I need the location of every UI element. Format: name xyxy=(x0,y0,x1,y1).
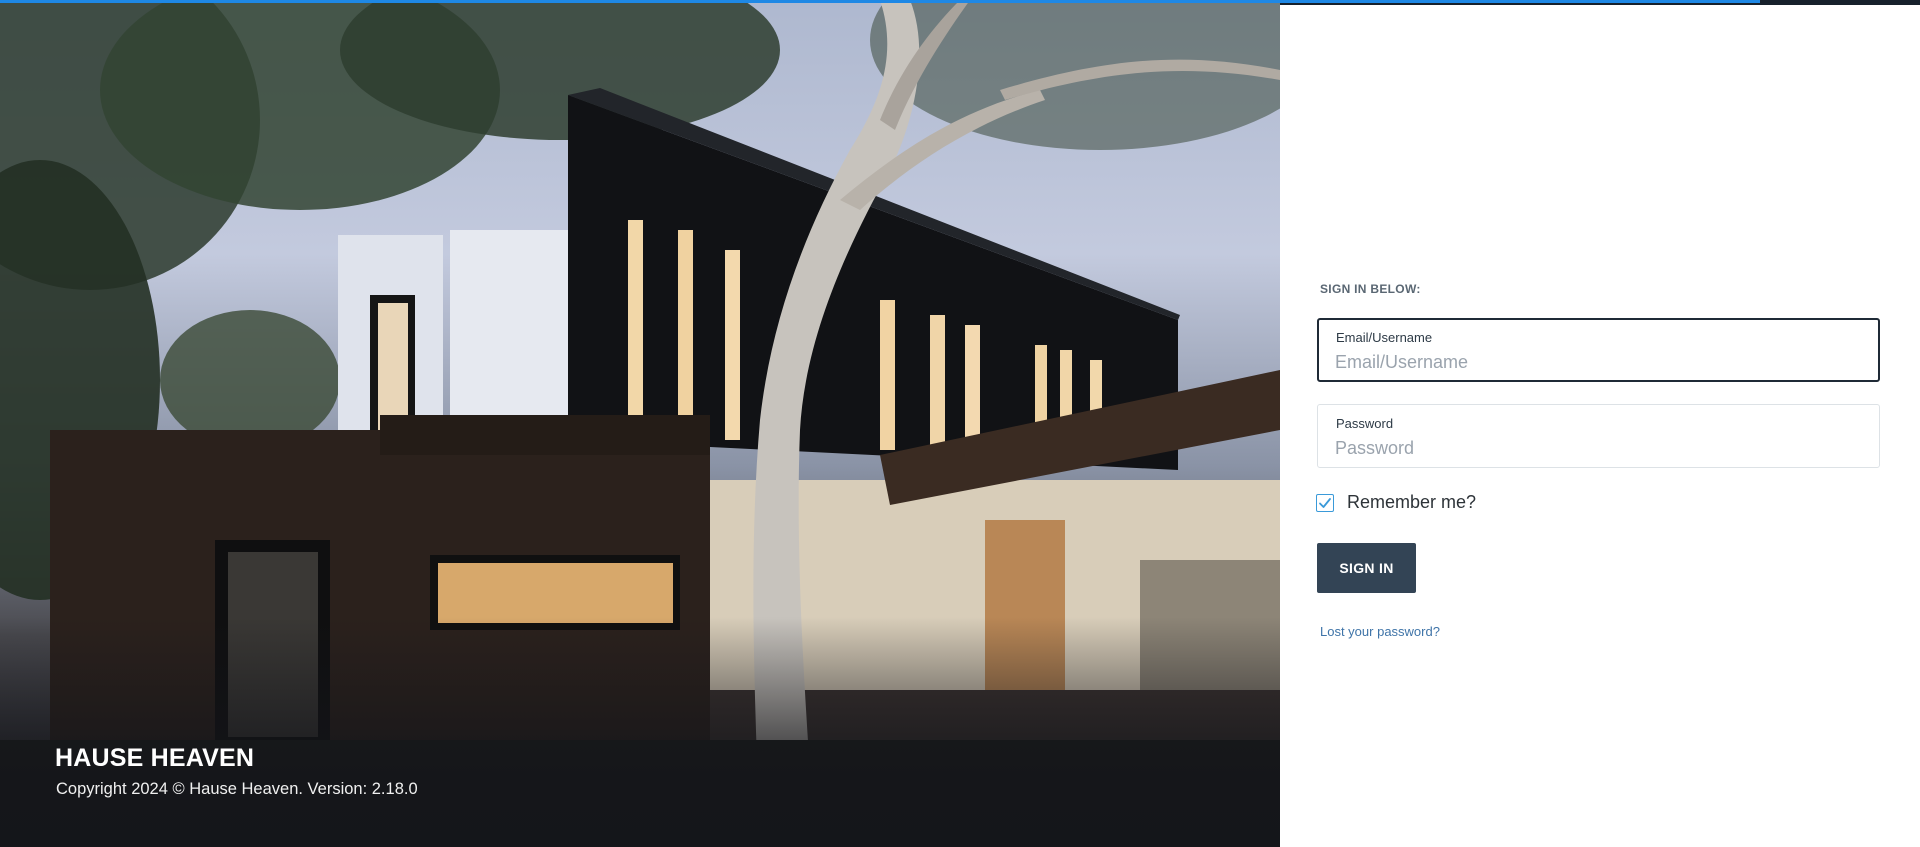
password-field[interactable]: Password xyxy=(1317,404,1880,468)
email-field[interactable]: Email/Username xyxy=(1317,318,1880,382)
remember-me-row[interactable]: Remember me? xyxy=(1316,492,1476,513)
brand-name: HAUSE HEAVEN xyxy=(55,744,255,772)
checkmark-icon xyxy=(1319,497,1331,508)
email-input[interactable] xyxy=(1335,352,1855,373)
hero-photo-panel: HAUSE HEAVEN Copyright 2024 © Hause Heav… xyxy=(0,0,1280,847)
hero-bottom-gradient xyxy=(0,617,1280,847)
top-accent-bar xyxy=(0,0,1280,3)
copyright-text: Copyright 2024 © Hause Heaven. Version: … xyxy=(56,780,418,798)
email-field-label: Email/Username xyxy=(1336,330,1433,345)
lost-password-link[interactable]: Lost your password? xyxy=(1320,624,1440,639)
remember-me-label: Remember me? xyxy=(1347,492,1477,512)
remember-me-checkbox[interactable] xyxy=(1316,493,1334,512)
password-field-label: Password xyxy=(1336,416,1394,431)
password-input[interactable] xyxy=(1335,438,1855,459)
signin-heading: SIGN IN BELOW: xyxy=(1320,282,1421,296)
sign-in-button[interactable]: SIGN IN xyxy=(1317,543,1416,593)
loading-progress-fill xyxy=(1280,0,1760,3)
